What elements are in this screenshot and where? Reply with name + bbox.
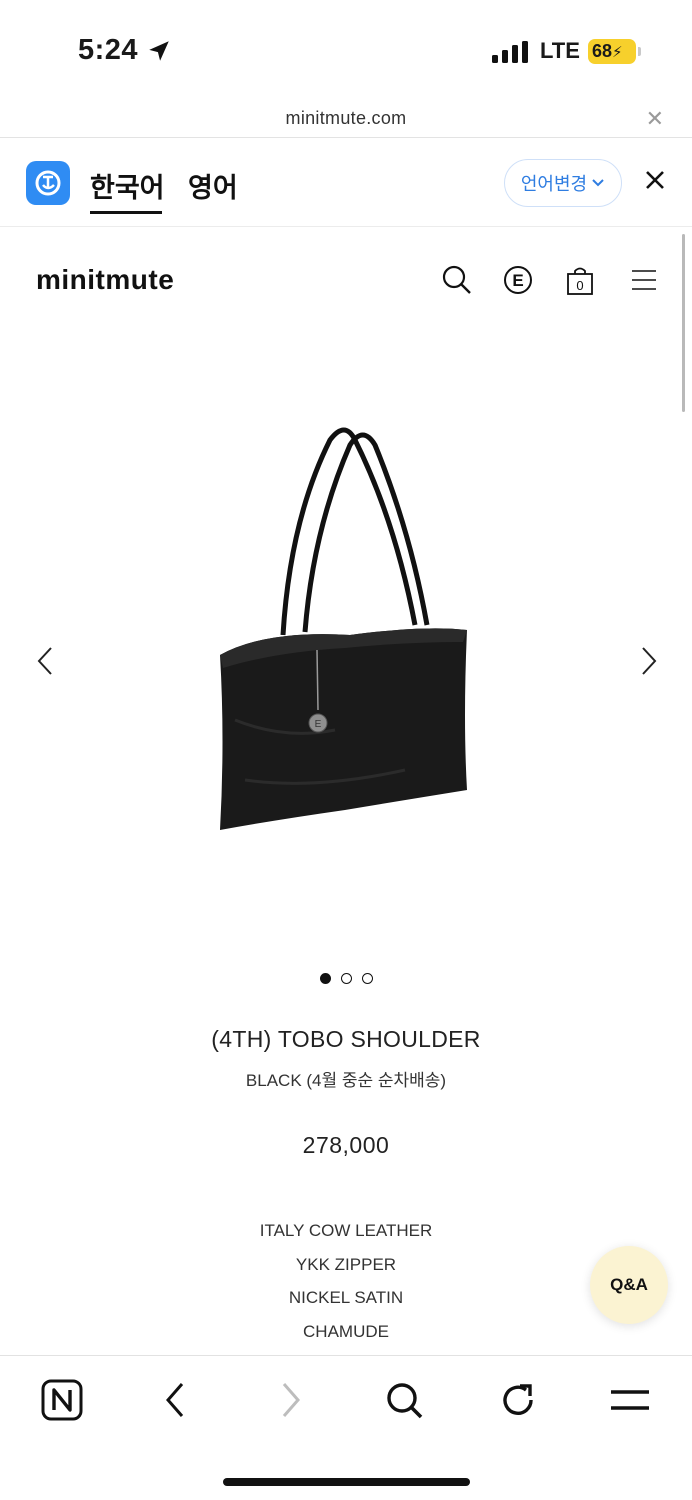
location-arrow-icon	[149, 41, 169, 61]
product-specs: ITALY COW LEATHER YKK ZIPPER NICKEL SATI…	[0, 1220, 692, 1354]
translate-logo-icon	[26, 161, 70, 205]
battery-tip	[638, 47, 641, 56]
product-gallery: E	[0, 340, 692, 960]
network-type: LTE	[540, 38, 580, 63]
signal-icon	[492, 41, 528, 63]
chevron-left-icon[interactable]	[36, 646, 54, 676]
tab-english[interactable]: 영어	[188, 166, 238, 205]
e-icon[interactable]: E	[502, 264, 534, 296]
product-price: 278,000	[302, 1132, 390, 1158]
hamburger-menu-icon[interactable]	[628, 264, 660, 296]
spec-item: CHAMUDE	[303, 1321, 389, 1341]
product-title: (4TH) TOBO SHOULDER	[211, 1026, 481, 1052]
battery-charging-icon: 68⚡	[588, 39, 636, 64]
qa-button[interactable]: Q&A	[590, 1246, 668, 1324]
shopping-bag-icon[interactable]: 0	[564, 264, 596, 296]
svg-text:E: E	[315, 719, 322, 730]
url-bar[interactable]: minitmute.com ✕	[0, 100, 692, 138]
status-time: 5:24	[78, 34, 139, 66]
chevron-down-icon	[592, 179, 604, 187]
forward-icon[interactable]	[268, 1378, 312, 1422]
product-image: E	[220, 427, 467, 830]
menu-icon[interactable]	[608, 1378, 652, 1422]
home-indicator	[223, 1478, 470, 1486]
site-header: minitmute E 0	[0, 228, 692, 338]
spec-item: ITALY COW LEATHER	[259, 1221, 433, 1240]
svg-text:E: E	[512, 271, 523, 290]
cart-count: 0	[576, 278, 583, 293]
status-bar: 5:24 LTE 68⚡	[0, 0, 692, 100]
active-tab-indicator	[90, 211, 162, 214]
back-icon[interactable]	[154, 1378, 198, 1422]
search-icon[interactable]	[382, 1378, 426, 1422]
url-text[interactable]: minitmute.com	[0, 108, 692, 129]
spec-item: YKK ZIPPER	[295, 1254, 397, 1274]
pagination-dot[interactable]	[340, 973, 352, 984]
tab-korean[interactable]: 한국어	[90, 166, 165, 205]
site-logo[interactable]: minitmute	[36, 264, 174, 296]
naver-n-icon[interactable]	[40, 1378, 84, 1422]
change-language-label: 언어변경	[520, 174, 588, 194]
browser-toolbar	[0, 1355, 692, 1500]
close-icon[interactable]	[644, 169, 666, 191]
pagination-dot[interactable]	[319, 973, 331, 984]
battery-level: 68	[592, 41, 613, 61]
spec-item: NICKEL SATIN	[288, 1288, 404, 1307]
reload-icon[interactable]	[496, 1378, 540, 1422]
chevron-right-icon[interactable]	[640, 646, 658, 676]
search-icon[interactable]	[441, 264, 473, 296]
gallery-pagination	[0, 973, 692, 984]
translate-bar: 한국어 영어 언어변경	[0, 139, 692, 227]
product-subtitle: BLACK (4월 중순 순차배송)	[245, 1071, 447, 1090]
pagination-dot[interactable]	[361, 973, 373, 984]
change-language-button[interactable]: 언어변경	[504, 159, 622, 207]
close-icon[interactable]: ✕	[646, 106, 664, 132]
